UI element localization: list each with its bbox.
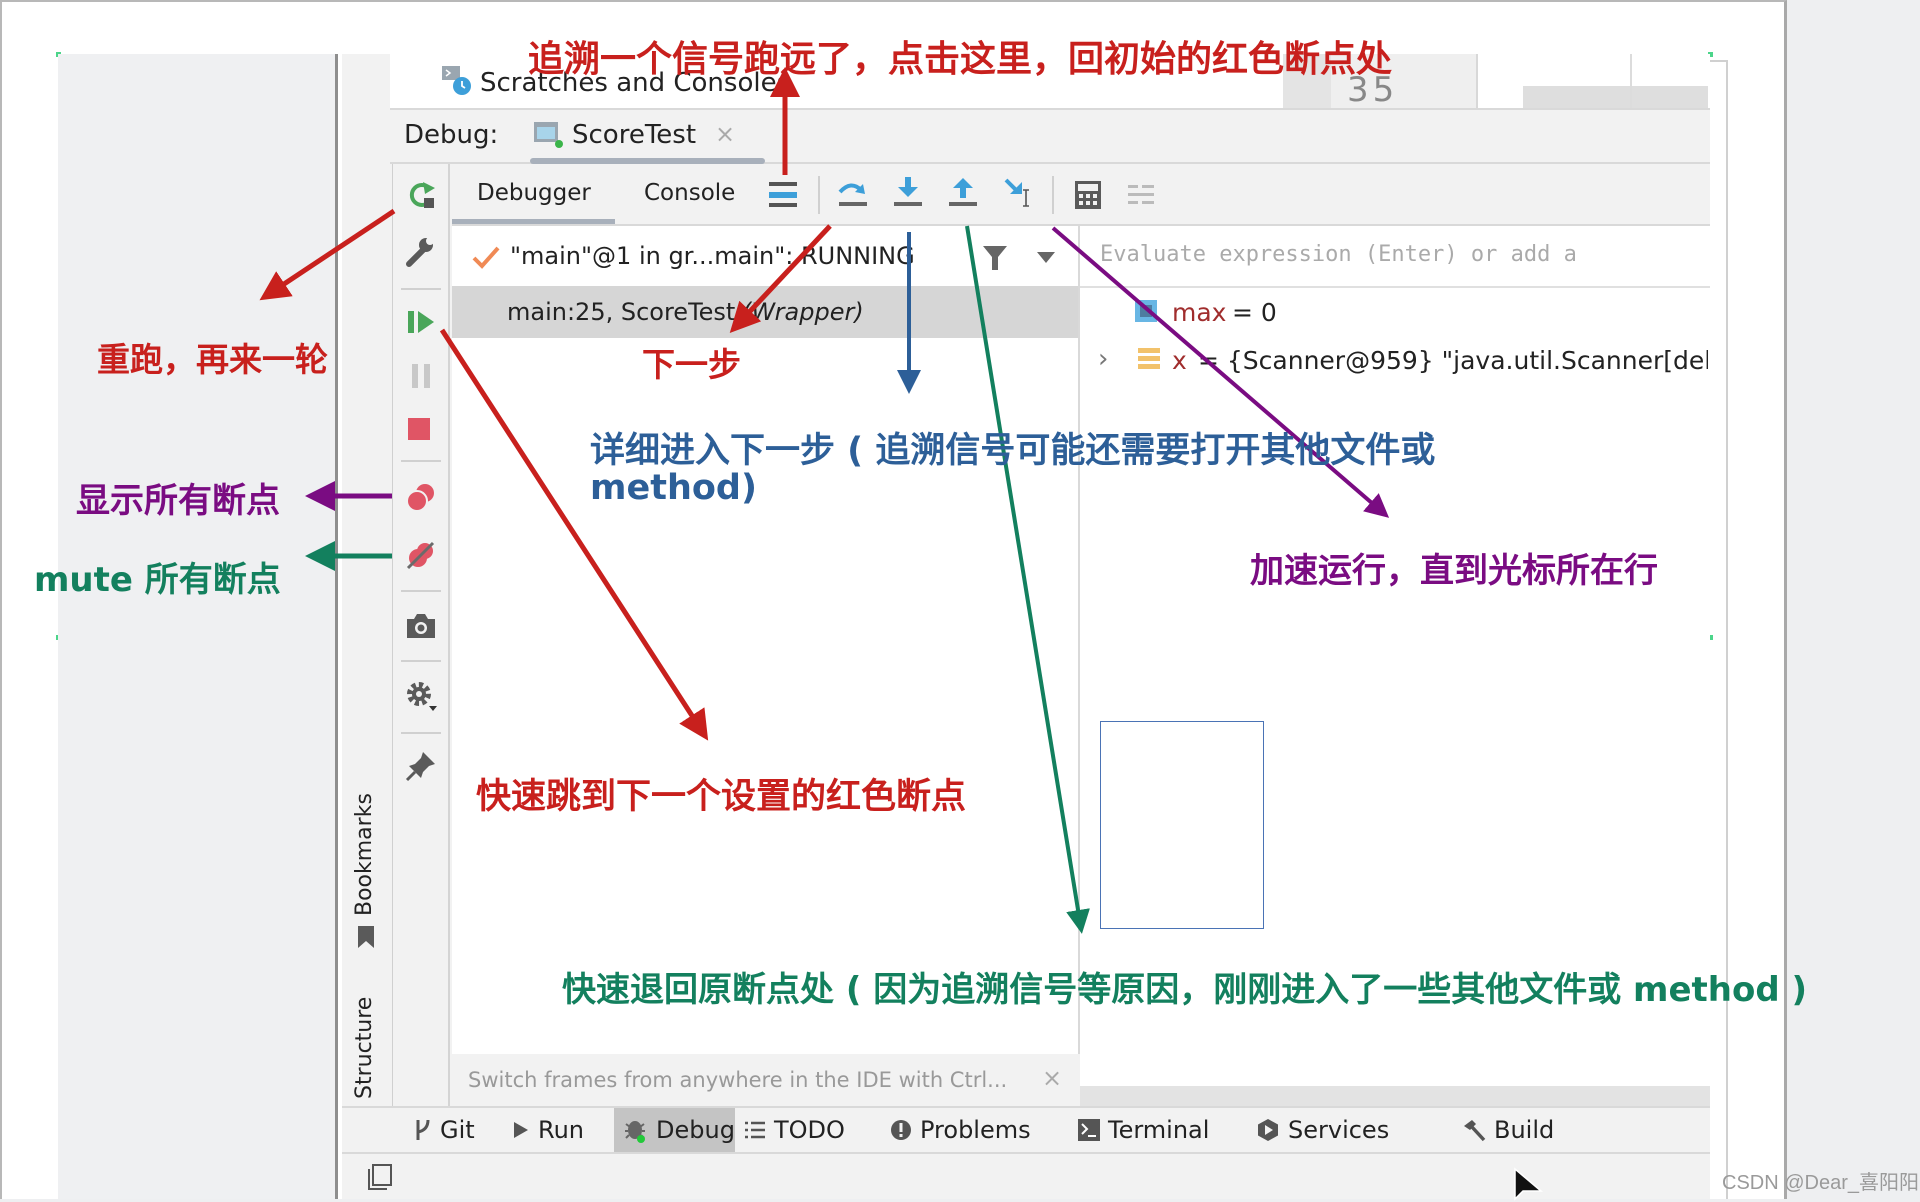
annotation-view-breakpoints: 显示所有断点 bbox=[76, 481, 280, 521]
annotation-mute-breakpoints: mute 所有断点 bbox=[34, 560, 281, 600]
arrow-resume bbox=[439, 328, 709, 741]
arrow-step-out bbox=[965, 225, 1090, 934]
arrow-step-over bbox=[729, 224, 832, 333]
annotation-rerun: 重跑，再来一轮 bbox=[97, 340, 328, 379]
arrow-rerun bbox=[259, 208, 396, 301]
annotation-step-into-line2: method) bbox=[590, 468, 757, 508]
annotation-step-into-line1: 详细进入下一步 ( 追溯信号可能还需要打开其他文件或 bbox=[590, 431, 1436, 471]
watermark: CSDN @Dear_喜阳阳 bbox=[1722, 1172, 1920, 1194]
annotation-step-over: 下一步 bbox=[642, 345, 741, 384]
annotation-resume: 快速跳到下一个设置的红色断点 bbox=[476, 777, 967, 817]
annotation-step-out: 快速退回原断点处 ( 因为追溯信号等原因，刚刚进入了一些其他文件或 method… bbox=[562, 970, 1808, 1010]
annotation-show-execution-point: 追溯一个信号跑远了，点击这里，回初始的红色断点处 bbox=[528, 39, 1393, 80]
annotation-arrows bbox=[259, 67, 1390, 934]
annotation-run-to-cursor: 加速运行，直到光标所在行 bbox=[1250, 551, 1658, 591]
